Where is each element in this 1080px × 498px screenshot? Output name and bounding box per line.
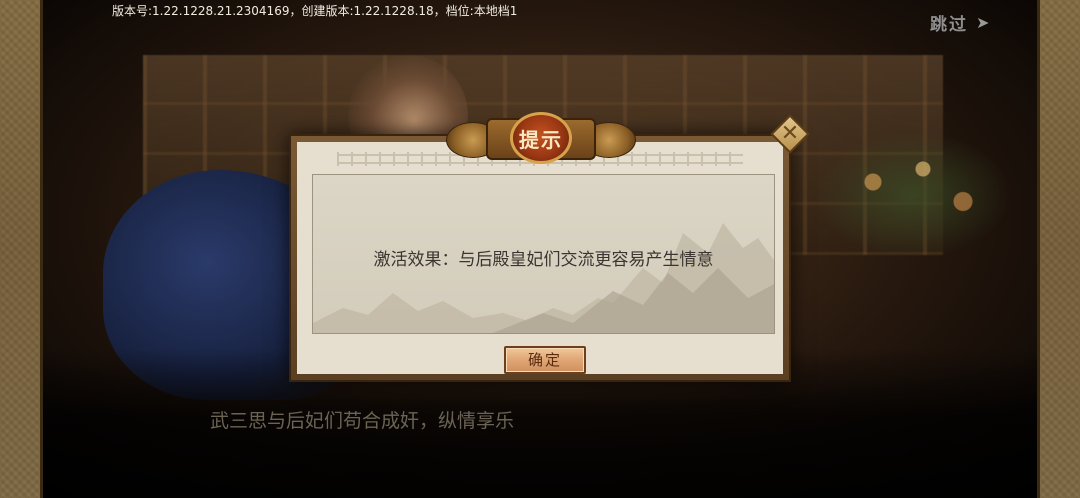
- right-ornament-frame: [1037, 0, 1080, 498]
- arrow-right-icon: ➤: [976, 13, 992, 32]
- story-subtitle: 武三思与后妃们苟合成奸，纵情享乐: [210, 410, 515, 432]
- skip-button[interactable]: 跳过 ➤: [930, 10, 991, 35]
- close-icon: ✕: [780, 121, 800, 146]
- close-button[interactable]: ✕: [770, 114, 810, 154]
- title-medallion: 提示: [510, 112, 572, 164]
- prompt-dialog: 激活效果：与后殿皇妃们交流更容易产生情意 确定: [289, 134, 791, 382]
- version-info: 版本号:1.22.1228.21.2304169，创建版本:1.22.1228.…: [112, 4, 518, 18]
- skip-label: 跳过: [930, 15, 968, 35]
- dialog-body: 激活效果：与后殿皇妃们交流更容易产生情意 确定: [297, 142, 783, 374]
- confirm-button[interactable]: 确定: [504, 346, 586, 374]
- left-ornament-frame: [0, 0, 43, 498]
- dialog-message: 激活效果：与后殿皇妃们交流更容易产生情意: [373, 250, 714, 270]
- dialog-title-plaque: 提示: [446, 112, 636, 164]
- flower-decoration: [813, 130, 1013, 260]
- message-panel: 激活效果：与后殿皇妃们交流更容易产生情意: [312, 174, 775, 334]
- dialog-title: 提示: [519, 127, 563, 152]
